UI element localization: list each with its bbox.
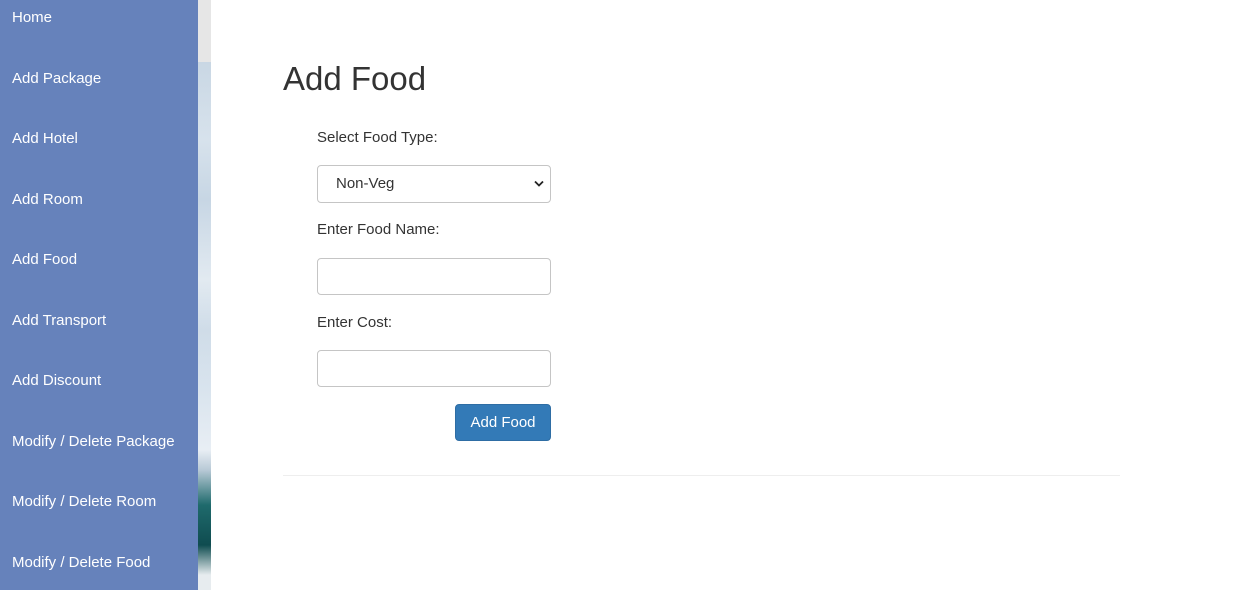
sidebar-item-add-package[interactable]: Add Package xyxy=(12,70,101,88)
background-image-strip xyxy=(198,0,211,590)
sidebar-item-home[interactable]: Home xyxy=(12,9,52,27)
food-type-select[interactable]: Non-Veg xyxy=(317,165,551,203)
sidebar-item-add-discount[interactable]: Add Discount xyxy=(12,372,101,390)
sidebar-item-modify-delete-room[interactable]: Modify / Delete Room xyxy=(12,493,156,511)
add-food-button[interactable]: Add Food xyxy=(455,404,551,441)
cost-label: Enter Cost: xyxy=(317,314,393,331)
sidebar-item-add-room[interactable]: Add Room xyxy=(12,191,83,209)
sidebar: Home Add Package Add Hotel Add Room Add … xyxy=(0,0,198,590)
sidebar-item-add-transport[interactable]: Add Transport xyxy=(12,312,106,330)
food-name-label: Enter Food Name: xyxy=(317,221,440,238)
sidebar-item-modify-delete-food[interactable]: Modify / Delete Food xyxy=(12,554,150,572)
divider xyxy=(283,475,1120,476)
sidebar-item-add-hotel[interactable]: Add Hotel xyxy=(12,130,78,148)
sidebar-item-add-food[interactable]: Add Food xyxy=(12,251,77,269)
page-title: Add Food xyxy=(283,60,427,97)
sidebar-item-modify-delete-package[interactable]: Modify / Delete Package xyxy=(12,433,175,451)
food-name-input[interactable] xyxy=(317,258,551,295)
cost-input[interactable] xyxy=(317,350,551,387)
chevron-down-icon xyxy=(534,180,544,187)
food-type-selected-value: Non-Veg xyxy=(336,175,395,192)
food-type-label: Select Food Type: xyxy=(317,129,438,146)
